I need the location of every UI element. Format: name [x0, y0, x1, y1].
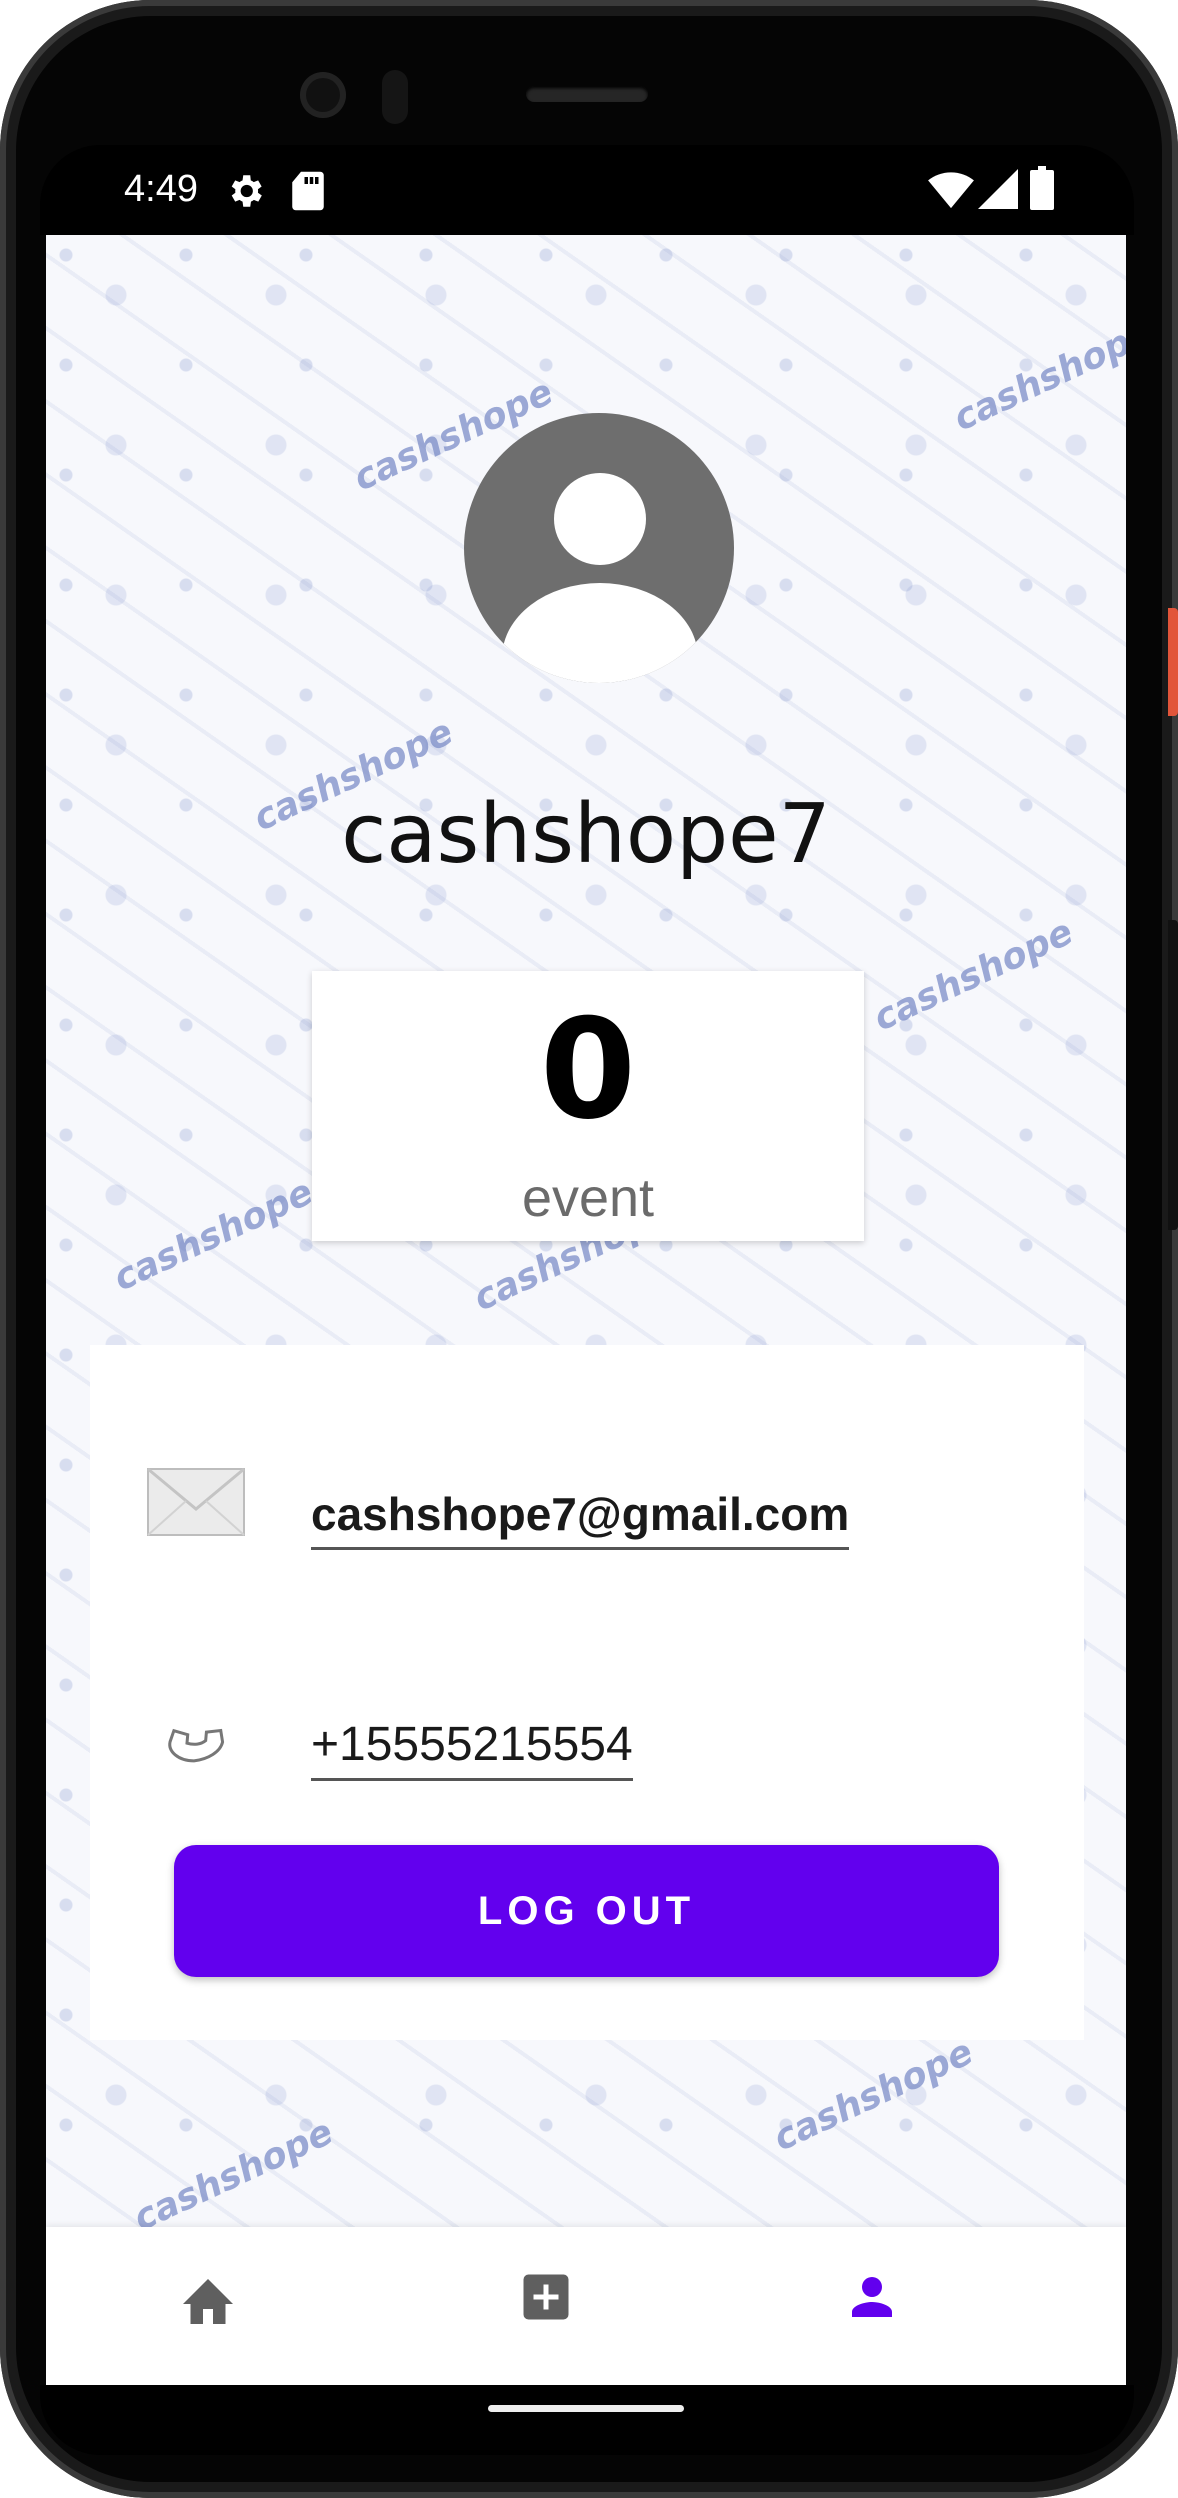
volume-button — [1168, 920, 1178, 1230]
home-indicator[interactable] — [488, 2405, 684, 2412]
power-button — [1168, 608, 1178, 716]
pattern-text: cashshope — [767, 2031, 980, 2160]
pattern-text: cashshope — [867, 911, 1080, 1040]
phone-field[interactable]: +15555215554 — [311, 1717, 633, 1781]
username: cashshope7 — [341, 787, 831, 882]
email-field[interactable]: cashshope7@gmail.com — [311, 1487, 850, 1550]
pattern-text: cashshope — [107, 1171, 320, 1300]
avatar-head — [554, 473, 646, 565]
person-icon[interactable] — [842, 2267, 902, 2332]
status-time: 4:49 — [124, 168, 198, 210]
event-count: 0 — [539, 989, 637, 1150]
event-card[interactable]: 0 event — [312, 971, 864, 1241]
mail-icon — [146, 1467, 246, 1542]
camera-sensor — [382, 70, 408, 124]
wifi-icon — [928, 168, 974, 215]
home-icon[interactable] — [178, 2271, 238, 2332]
nav-gesture-area — [40, 2385, 1134, 2455]
pattern-text: cashshope — [947, 311, 1126, 440]
avatar[interactable] — [464, 413, 734, 683]
earpiece-speaker — [526, 86, 648, 102]
pattern-text: cashshope — [127, 2111, 340, 2240]
battery-icon — [1030, 166, 1054, 215]
avatar-shoulders — [502, 583, 698, 683]
add-box-icon[interactable] — [516, 2267, 576, 2332]
sd-card-icon — [290, 170, 326, 217]
logout-button[interactable]: LOG OUT — [174, 1845, 999, 1977]
event-label: event — [521, 1168, 655, 1228]
phone-icon — [150, 1685, 230, 1770]
app-screen: cashshope cashshope cashshope cashshope … — [46, 235, 1126, 2385]
signal-icon — [978, 168, 1018, 215]
bottom-nav — [46, 2227, 1126, 2385]
front-camera — [300, 72, 346, 118]
gear-icon — [224, 170, 266, 217]
